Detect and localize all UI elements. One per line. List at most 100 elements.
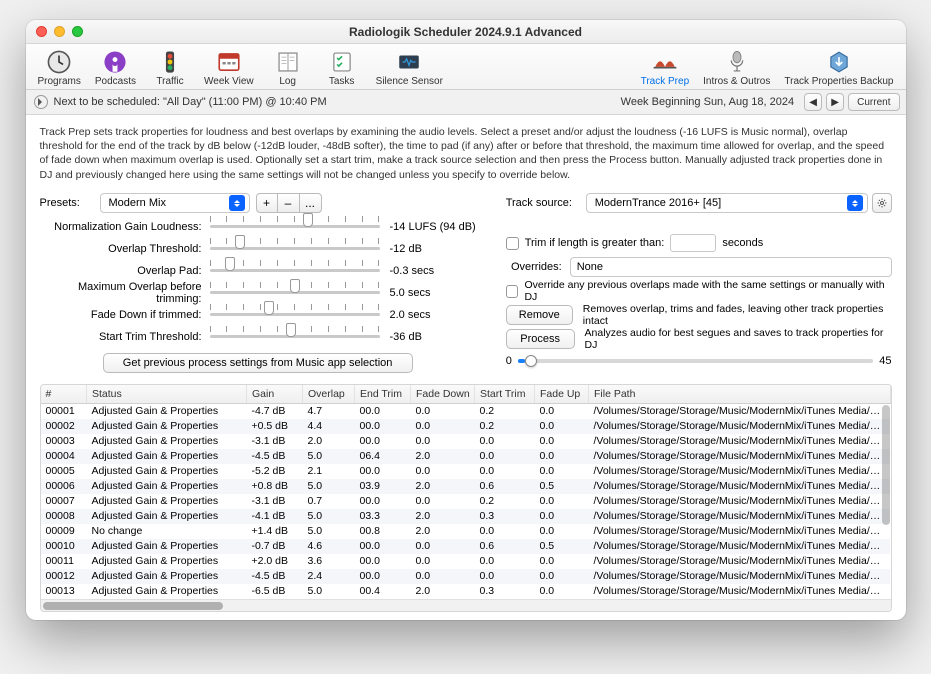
fadedown-value: 2.0 secs xyxy=(390,309,431,321)
table-row[interactable]: 00002Adjusted Gain & Properties+0.5 dB4.… xyxy=(41,419,891,434)
preset-add-button[interactable]: + xyxy=(256,193,278,213)
get-previous-settings-button[interactable]: Get previous process settings from Music… xyxy=(103,353,413,373)
table-row[interactable]: 00012Adjusted Gain & Properties-4.5 dB2.… xyxy=(41,569,891,584)
cell-end: 00.0 xyxy=(355,569,411,584)
toolbar-intros-outros[interactable]: Intros & Outros xyxy=(703,48,770,87)
cell-path: /Volumes/Storage/Storage/Music/ModernMix… xyxy=(589,464,891,479)
cell-fd: 2.0 xyxy=(411,524,475,539)
column-header[interactable]: End Trim xyxy=(355,385,411,404)
maxoverlap-slider[interactable] xyxy=(210,285,380,301)
overrides-select[interactable]: None xyxy=(570,257,892,277)
starttrim-slider[interactable] xyxy=(210,329,380,345)
podcast-icon xyxy=(101,48,129,76)
cell-fu: 0.0 xyxy=(535,434,589,449)
column-header[interactable]: Start Trim xyxy=(475,385,535,404)
cell-fd: 0.0 xyxy=(411,464,475,479)
cell-end: 00.0 xyxy=(355,554,411,569)
track-source-settings-button[interactable] xyxy=(872,193,892,213)
next-week-button[interactable]: ▶ xyxy=(826,93,844,111)
override-previous-checkbox[interactable] xyxy=(506,285,519,298)
table-row[interactable]: 00009No change+1.4 dB5.000.82.00.00.0/Vo… xyxy=(41,524,891,539)
cell-overlap: 5.0 xyxy=(303,479,355,494)
vertical-scrollbar[interactable] xyxy=(882,405,890,525)
column-header[interactable]: File Path xyxy=(589,385,891,404)
trim-if-length-input[interactable] xyxy=(670,234,716,252)
cell-status: Adjusted Gain & Properties xyxy=(87,584,247,599)
toolbar-programs[interactable]: Programs xyxy=(38,48,81,87)
table-row[interactable]: 00010Adjusted Gain & Properties-0.7 dB4.… xyxy=(41,539,891,554)
toolbar-silence-sensor[interactable]: Silence Sensor xyxy=(376,48,443,87)
cell-fu: 0.0 xyxy=(535,524,589,539)
progress-start: 0 xyxy=(506,355,512,367)
cell-overlap: 0.7 xyxy=(303,494,355,509)
overrides-label: Overrides: xyxy=(506,261,570,273)
cell-overlap: 4.7 xyxy=(303,403,355,419)
cell-fu: 0.0 xyxy=(535,554,589,569)
table-row[interactable]: 00001Adjusted Gain & Properties-4.7 dB4.… xyxy=(41,403,891,419)
preset-more-button[interactable]: ... xyxy=(300,193,322,213)
cell-gain: -5.2 dB xyxy=(247,464,303,479)
cell-path: /Volumes/Storage/Storage/Music/ModernMix… xyxy=(589,449,891,464)
toolbar-track-properties-backup[interactable]: Track Properties Backup xyxy=(784,48,893,87)
table-row[interactable]: 00005Adjusted Gain & Properties-5.2 dB2.… xyxy=(41,464,891,479)
column-header[interactable]: Overlap xyxy=(303,385,355,404)
cell-n: 00001 xyxy=(41,403,87,419)
cell-path: /Volumes/Storage/Storage/Music/ModernMix… xyxy=(589,419,891,434)
cell-gain: -6.5 dB xyxy=(247,584,303,599)
titlebar: Radiologik Scheduler 2024.9.1 Advanced xyxy=(26,20,906,44)
track-source-select[interactable]: ModernTrance 2016+ [45] xyxy=(586,193,868,213)
presets-select[interactable]: Modern Mix xyxy=(100,193,250,213)
table-row[interactable]: 00004Adjusted Gain & Properties-4.5 dB5.… xyxy=(41,449,891,464)
close-icon[interactable] xyxy=(36,26,47,37)
column-header[interactable]: Fade Up xyxy=(535,385,589,404)
column-header[interactable]: Fade Down xyxy=(411,385,475,404)
horizontal-scrollbar[interactable] xyxy=(41,599,891,611)
cell-gain: -0.7 dB xyxy=(247,539,303,554)
column-header[interactable]: Status xyxy=(87,385,247,404)
clock-icon xyxy=(45,48,73,76)
cell-n: 00005 xyxy=(41,464,87,479)
fadedown-slider[interactable] xyxy=(210,307,380,323)
trackprep-icon xyxy=(651,48,679,76)
trim-if-length-checkbox[interactable] xyxy=(506,237,519,250)
current-week-button[interactable]: Current xyxy=(848,93,899,111)
cell-path: /Volumes/Storage/Storage/Music/ModernMix… xyxy=(589,479,891,494)
cell-gain: -3.1 dB xyxy=(247,494,303,509)
preset-remove-button[interactable]: – xyxy=(278,193,300,213)
maximize-icon[interactable] xyxy=(72,26,83,37)
table-row[interactable]: 00003Adjusted Gain & Properties-3.1 dB2.… xyxy=(41,434,891,449)
cell-end: 00.0 xyxy=(355,464,411,479)
next-scheduled-label: Next to be scheduled: "All Day" (11:00 P… xyxy=(54,96,327,108)
table-row[interactable]: 00013Adjusted Gain & Properties-6.5 dB5.… xyxy=(41,584,891,599)
cell-st: 0.2 xyxy=(475,494,535,509)
table-row[interactable]: 00008Adjusted Gain & Properties-4.1 dB5.… xyxy=(41,509,891,524)
prev-week-button[interactable]: ◀ xyxy=(804,93,822,111)
loudness-slider[interactable] xyxy=(210,219,380,235)
cell-end: 00.0 xyxy=(355,403,411,419)
cell-end: 03.3 xyxy=(355,509,411,524)
cell-fd: 0.0 xyxy=(411,403,475,419)
cell-status: No change xyxy=(87,524,247,539)
column-header[interactable]: Gain xyxy=(247,385,303,404)
toolbar-podcasts[interactable]: Podcasts xyxy=(95,48,136,87)
process-button[interactable]: Process xyxy=(506,329,575,349)
table-row[interactable]: 00007Adjusted Gain & Properties-3.1 dB0.… xyxy=(41,494,891,509)
maxoverlap-value: 5.0 secs xyxy=(390,287,431,299)
pad-slider[interactable] xyxy=(210,263,380,279)
remove-button[interactable]: Remove xyxy=(506,305,573,325)
minimize-icon[interactable] xyxy=(54,26,65,37)
progress-slider[interactable] xyxy=(518,359,873,363)
cell-path: /Volumes/Storage/Storage/Music/ModernMix… xyxy=(589,403,891,419)
threshold-slider[interactable] xyxy=(210,241,380,257)
cell-st: 0.0 xyxy=(475,554,535,569)
toolbar-tasks[interactable]: Tasks xyxy=(322,48,362,87)
toolbar-traffic[interactable]: Traffic xyxy=(150,48,190,87)
column-header[interactable]: # xyxy=(41,385,87,404)
toolbar-track-prep[interactable]: Track Prep xyxy=(641,48,690,87)
table-row[interactable]: 00006Adjusted Gain & Properties+0.8 dB5.… xyxy=(41,479,891,494)
toolbar-week-view[interactable]: Week View xyxy=(204,48,254,87)
chevron-updown-icon xyxy=(847,195,863,211)
toolbar-log[interactable]: Log xyxy=(268,48,308,87)
cell-fu: 0.0 xyxy=(535,509,589,524)
table-row[interactable]: 00011Adjusted Gain & Properties+2.0 dB3.… xyxy=(41,554,891,569)
